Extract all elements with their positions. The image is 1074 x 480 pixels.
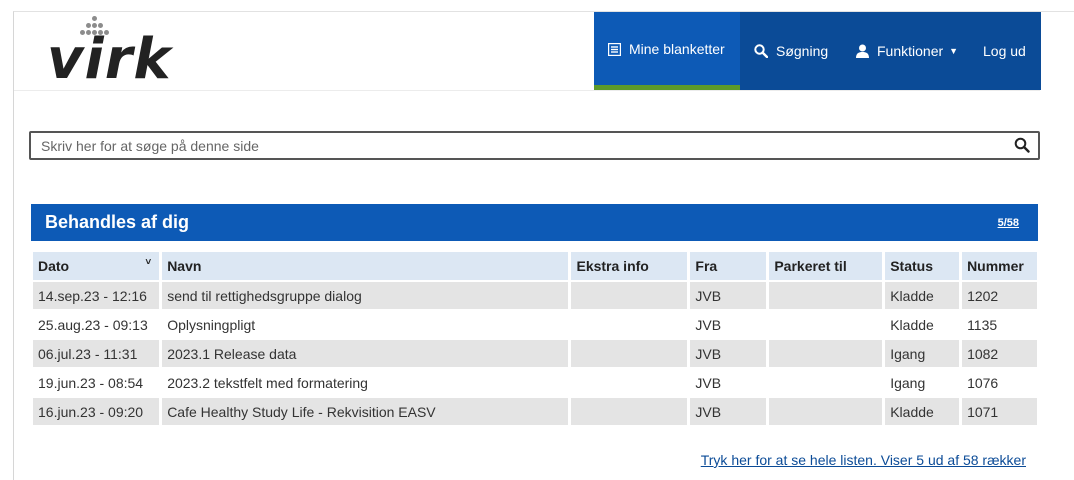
nav-label: Funktioner	[877, 43, 944, 59]
cell-nummer: 1135	[967, 316, 998, 333]
logo-text: virk	[47, 27, 172, 92]
cell-parkeret-til	[769, 311, 882, 338]
cell-status: Kladde	[890, 316, 934, 333]
cell-parkeret-til	[769, 369, 882, 396]
column-header-status[interactable]: Status	[885, 252, 960, 280]
cell-fra: JVB	[695, 316, 722, 333]
cell-status: Kladde	[885, 398, 960, 425]
cell-status: Kladde	[885, 282, 960, 309]
sort-chevron-down-icon[interactable]: ˅	[145, 257, 151, 268]
cell-nummer: 1071	[962, 398, 1037, 425]
cell-parkeret-til	[769, 398, 883, 425]
active-indicator	[594, 85, 740, 90]
header-divider	[14, 90, 1040, 91]
cell-parkeret-til	[769, 282, 883, 309]
cell-ekstra-info	[571, 282, 688, 309]
search-icon[interactable]	[1014, 137, 1030, 153]
cell-nummer: 1076	[967, 374, 999, 391]
cell-navn: Cafe Healthy Study Life - Rekvisition EA…	[162, 398, 569, 425]
cell-nummer: 1082	[962, 340, 1037, 367]
cell-ekstra-info	[571, 398, 688, 425]
virk-logo[interactable]: virk	[47, 12, 171, 92]
cell-dato: 14.sep.23 - 12:16	[33, 282, 160, 309]
cell-fra: JVB	[690, 340, 767, 367]
cell-fra: JVB	[695, 374, 722, 391]
table-header-row: Dato ˅ Navn Ekstra info Fra Parkeret til …	[33, 252, 1037, 280]
panel-header: Behandles af dig 5/58	[31, 204, 1038, 241]
table-row[interactable]: 14.sep.23 - 12:16 send til rettighedsgru…	[33, 282, 1037, 309]
cell-navn: send til rettighedsgruppe dialog	[162, 282, 569, 309]
nav-funktioner[interactable]: Funktioner ▼	[856, 12, 958, 90]
table-row[interactable]: 19.jun.23 - 08:54 2023.2 tekstfelt med f…	[33, 369, 1037, 396]
panel-title: Behandles af dig	[45, 212, 190, 232]
user-icon	[856, 44, 869, 58]
table-row[interactable]: 06.jul.23 - 11:31 2023.1 Release data JV…	[33, 340, 1037, 367]
nav-label: Log ud	[983, 43, 1026, 59]
count-link[interactable]: 5/58	[998, 217, 1019, 229]
nav-mine-blanketter[interactable]: Mine blanketter	[594, 12, 740, 90]
column-header-dato[interactable]: Dato ˅	[33, 252, 160, 280]
cell-fra: JVB	[690, 398, 767, 425]
nav-label: Søgning	[776, 43, 829, 59]
column-header-ekstra-info[interactable]: Ekstra info	[571, 252, 688, 280]
cell-dato: 25.aug.23 - 09:13	[38, 316, 148, 333]
cell-dato: 16.jun.23 - 09:20	[33, 398, 160, 425]
top-nav: Mine blanketter Søgning Funktioner ▼ Log…	[594, 12, 1041, 90]
cell-status: Igang	[885, 340, 960, 367]
chevron-down-icon: ▼	[949, 46, 959, 56]
cell-parkeret-til	[769, 340, 883, 367]
cell-ekstra-info	[571, 340, 688, 367]
show-full-list-link[interactable]: Tryk her for at se hele listen. Viser 5 …	[701, 452, 1026, 468]
search-input[interactable]	[41, 136, 1001, 156]
table-row[interactable]: 25.aug.23 - 09:13 Oplysningpligt JVB Kla…	[33, 311, 1037, 338]
cell-navn: Oplysningpligt	[167, 316, 256, 333]
cell-status: Igang	[890, 374, 926, 391]
nav-log-ud[interactable]: Log ud	[983, 12, 1026, 90]
cell-ekstra-info	[571, 369, 687, 396]
column-header-nummer[interactable]: Nummer	[962, 252, 1037, 280]
forms-table: Dato ˅ Navn Ekstra info Fra Parkeret til …	[30, 250, 1040, 427]
column-header-parkeret-til[interactable]: Parkeret til	[769, 252, 883, 280]
column-header-navn[interactable]: Navn	[162, 252, 569, 280]
search-icon	[754, 44, 768, 58]
cell-fra: JVB	[690, 282, 767, 309]
cell-dato: 06.jul.23 - 11:31	[33, 340, 160, 367]
document-list-icon	[608, 42, 621, 56]
column-header-fra[interactable]: Fra	[690, 252, 767, 280]
nav-label: Mine blanketter	[629, 41, 725, 57]
cell-ekstra-info	[571, 311, 687, 338]
cell-dato: 19.jun.23 - 08:54	[38, 374, 144, 391]
cell-navn: 2023.2 tekstfelt med formatering	[167, 374, 368, 391]
table-row[interactable]: 16.jun.23 - 09:20 Cafe Healthy Study Lif…	[33, 398, 1037, 425]
cell-navn: 2023.1 Release data	[162, 340, 569, 367]
nav-sogning[interactable]: Søgning	[754, 12, 828, 90]
cell-nummer: 1202	[962, 282, 1037, 309]
page-search	[29, 131, 1040, 160]
